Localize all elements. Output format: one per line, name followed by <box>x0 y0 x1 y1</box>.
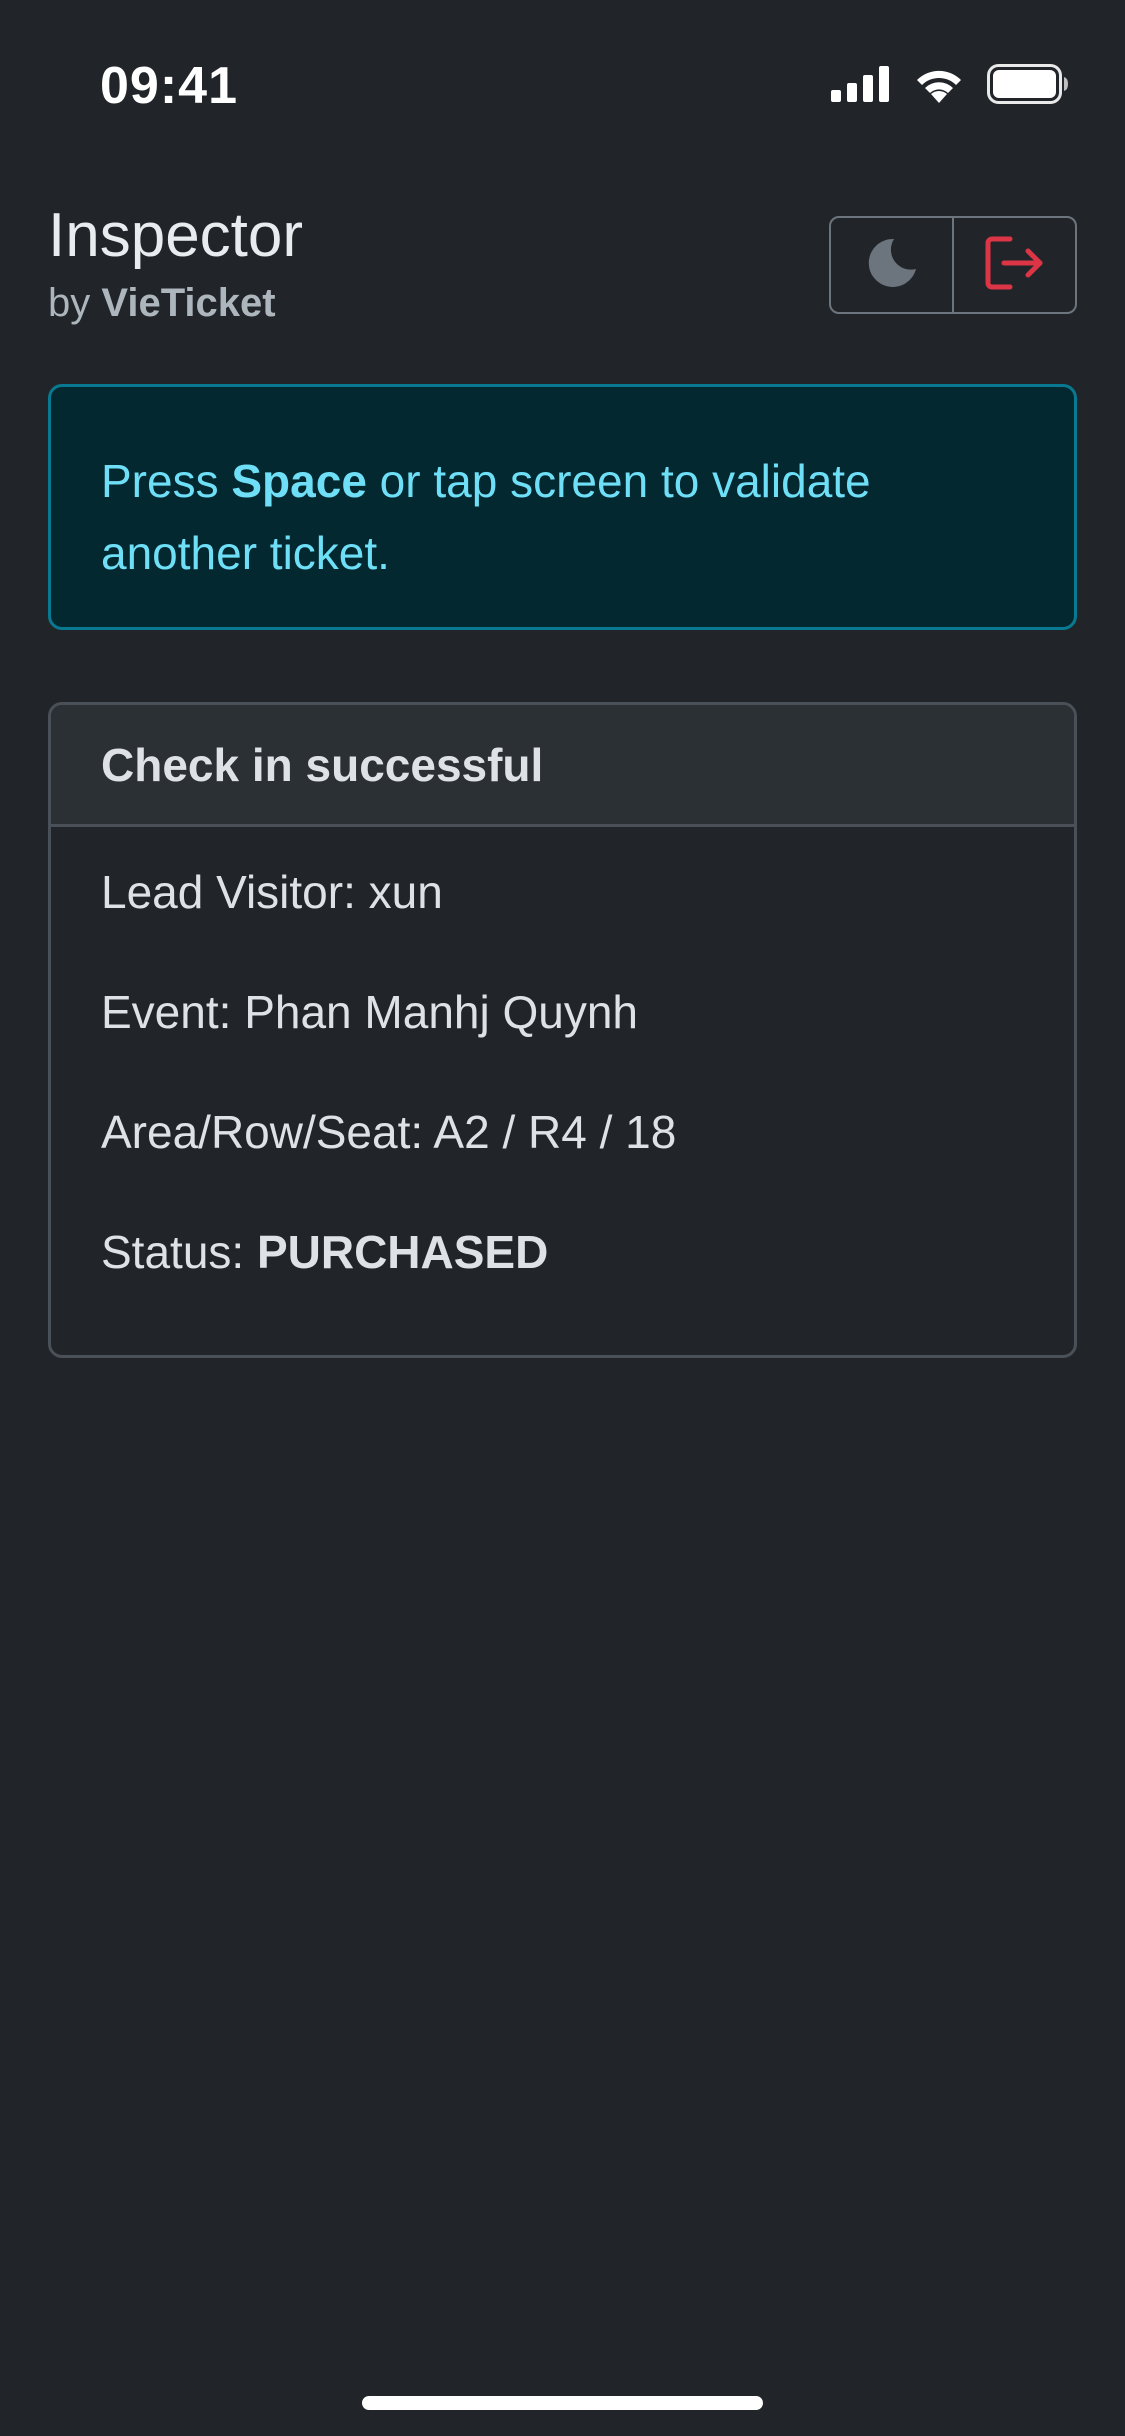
event-row: Event: Phan Manhj Quynh <box>101 977 1024 1097</box>
event-value: Phan Manhj Quynh <box>244 986 639 1038</box>
seat-value: A2 / R4 / 18 <box>433 1106 677 1158</box>
card-body: Lead Visitor: xun Event: Phan Manhj Quyn… <box>51 827 1074 1337</box>
app-title: Inspector <box>48 201 304 270</box>
brand-name: VieTicket <box>101 281 276 325</box>
lead-visitor-row: Lead Visitor: xun <box>101 857 1024 977</box>
status-icons <box>831 64 1069 104</box>
wifi-icon <box>913 65 965 103</box>
theme-toggle-button[interactable] <box>831 218 952 312</box>
alert-text-before: Press <box>101 455 232 507</box>
subtitle-prefix: by <box>48 281 91 325</box>
status-value: PURCHASED <box>256 1226 549 1278</box>
logout-button[interactable] <box>952 218 1075 312</box>
app-header: Inspector by VieTicket <box>48 196 1077 326</box>
validate-hint-alert[interactable]: Press Space or tap screen to validate an… <box>48 384 1077 630</box>
check-in-result-card: Check in successful Lead Visitor: xun Ev… <box>48 702 1077 1358</box>
status-time: 09:41 <box>100 57 238 115</box>
seat-label: Area/Row/Seat: <box>101 1106 434 1158</box>
seat-row: Area/Row/Seat: A2 / R4 / 18 <box>101 1097 1024 1217</box>
battery-icon <box>987 64 1069 104</box>
status-bar: 09:41 <box>0 0 1125 150</box>
event-label: Event: <box>101 986 245 1038</box>
header-button-group <box>829 216 1077 314</box>
logout-icon <box>984 235 1046 296</box>
alert-key: Space <box>231 455 367 507</box>
moon-icon <box>864 235 920 296</box>
status-label: Status: <box>101 1226 257 1278</box>
status-row: Status: PURCHASED <box>101 1217 1024 1337</box>
lead-visitor-label: Lead Visitor: <box>101 866 369 918</box>
home-indicator[interactable] <box>362 2396 763 2410</box>
card-title: Check in successful <box>51 705 1074 827</box>
app-subtitle: by VieTicket <box>48 278 276 328</box>
lead-visitor-value: xun <box>368 866 443 918</box>
cellular-signal-icon <box>831 66 891 102</box>
